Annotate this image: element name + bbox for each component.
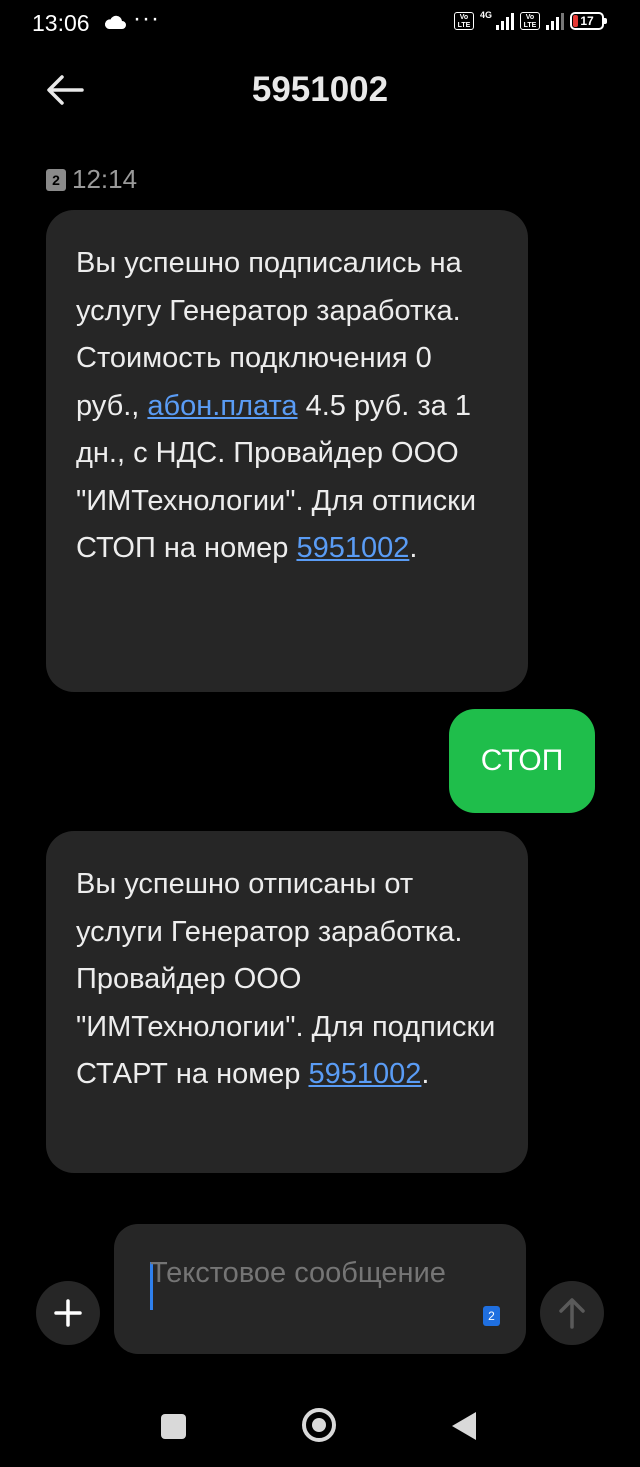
incoming-message-bubble-2[interactable]: Вы успешно отписаны от услуги Генератор … — [46, 831, 528, 1173]
sim-select-badge[interactable]: 2 — [483, 1306, 500, 1326]
fee-link[interactable]: абон.плата — [147, 390, 297, 422]
message-text: . — [409, 532, 418, 564]
battery-level: 17 — [580, 14, 594, 28]
send-button[interactable] — [540, 1281, 604, 1345]
phone-number-link-2[interactable]: 5951002 — [308, 1058, 421, 1090]
plus-icon — [54, 1299, 82, 1327]
home-button[interactable] — [302, 1408, 336, 1442]
message-input[interactable] — [150, 1254, 470, 1332]
more-notifications-icon: ··· — [133, 5, 160, 32]
sim-slot-icon: 2 — [46, 168, 66, 191]
outgoing-message-bubble[interactable]: СТОП — [449, 709, 595, 813]
network-type-label: 4G — [479, 10, 492, 20]
conversation-title: 5951002 — [251, 70, 389, 109]
signal-icon — [496, 12, 514, 30]
battery-icon: 17 — [570, 12, 607, 30]
volte-icon-2: Vo LTE — [520, 12, 540, 30]
phone-number-link[interactable]: 5951002 — [296, 532, 409, 564]
system-nav-bar — [0, 1390, 640, 1460]
outgoing-message-text: СТОП — [480, 744, 564, 777]
message-time: 12:14 — [72, 164, 138, 194]
status-time: 13:06 — [32, 10, 90, 36]
nav-back-button[interactable] — [452, 1412, 476, 1440]
incoming-message-bubble[interactable]: Вы успешно подписались на услугу Генерат… — [46, 210, 528, 692]
volte-icon: Vo LTE — [453, 12, 474, 30]
signal-icon-2 — [546, 12, 564, 30]
recents-button[interactable] — [161, 1414, 186, 1439]
cloud-icon — [104, 15, 126, 29]
status-bar: 13:06 ··· Vo LTE 4G Vo LTE 17 — [0, 0, 640, 48]
system-icons: Vo LTE 4G Vo LTE 17 — [453, 10, 607, 30]
attach-button[interactable] — [36, 1281, 100, 1345]
message-meta: 2 12:14 — [46, 164, 137, 195]
arrow-up-icon — [559, 1298, 585, 1329]
conversation-header: 5951002 — [0, 60, 640, 122]
message-text: . — [421, 1058, 430, 1090]
compose-box[interactable]: 2 — [114, 1224, 526, 1354]
message-text: Вы успешно отписаны от услуги Генератор … — [76, 868, 496, 1090]
